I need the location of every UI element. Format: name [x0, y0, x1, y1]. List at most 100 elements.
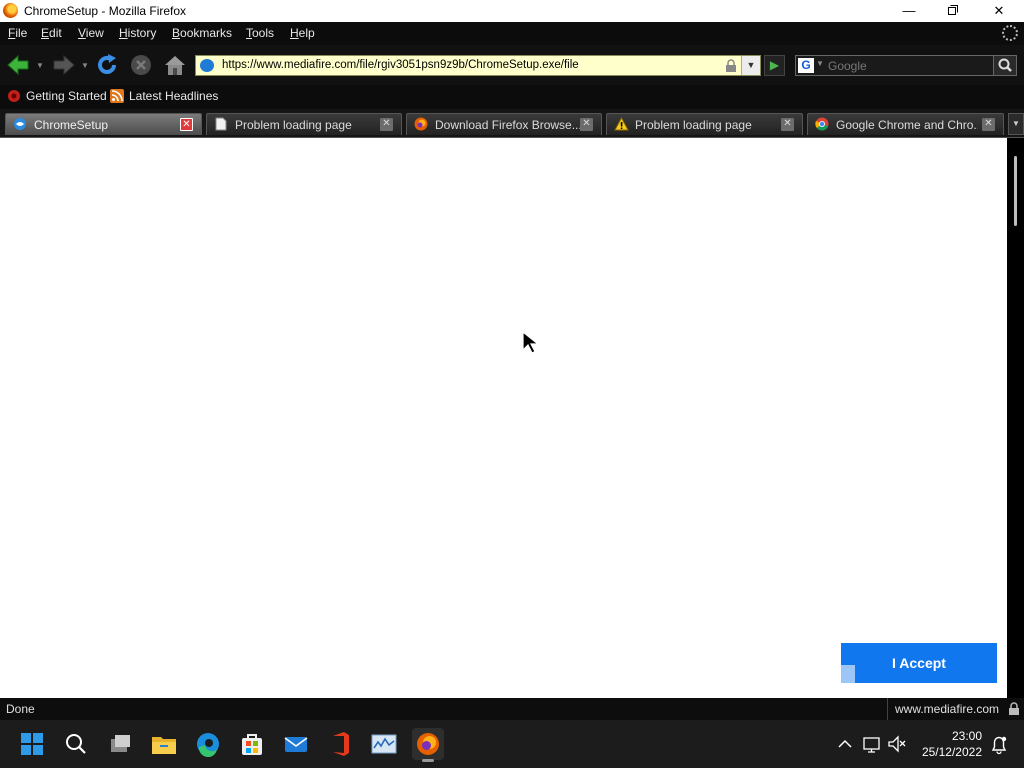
- search-bar: G ▼: [795, 55, 1017, 76]
- getting-started-icon: [7, 89, 21, 103]
- search-button[interactable]: [993, 56, 1016, 75]
- tab-download-firefox[interactable]: Download Firefox Browse... ✕: [406, 113, 602, 135]
- task-view-button[interactable]: [104, 728, 136, 760]
- notifications-icon[interactable]: [988, 733, 1010, 755]
- google-engine-icon[interactable]: G: [798, 58, 814, 73]
- home-icon: [165, 56, 185, 75]
- reload-button[interactable]: [95, 53, 119, 77]
- url-history-dropdown[interactable]: ▼: [741, 56, 760, 75]
- forward-history-caret-icon[interactable]: ▼: [81, 61, 89, 70]
- edge-icon: [197, 733, 219, 758]
- mediafire-icon: [13, 117, 27, 131]
- maximize-button[interactable]: [930, 0, 976, 22]
- performance-monitor-button[interactable]: [368, 728, 400, 760]
- minimize-button[interactable]: —: [886, 0, 932, 22]
- monitor-graph-icon: [371, 734, 397, 754]
- bookmark-getting-started[interactable]: Getting Started: [7, 89, 107, 105]
- tab-problem-loading-1[interactable]: Problem loading page ✕: [206, 113, 402, 135]
- microsoft-store-button[interactable]: [236, 728, 268, 760]
- search-icon: [66, 734, 86, 754]
- office-button[interactable]: [324, 728, 356, 760]
- accept-button-corner: [841, 665, 855, 683]
- tab-label: Download Firefox Browse...: [435, 118, 580, 132]
- lock-icon[interactable]: [725, 59, 738, 72]
- firefox-icon: [3, 3, 18, 18]
- menu-tools[interactable]: Tools: [246, 26, 274, 40]
- mouse-cursor-icon: [521, 330, 541, 358]
- close-tab-button[interactable]: ✕: [580, 118, 593, 131]
- volume-muted-icon[interactable]: [886, 733, 908, 755]
- mail-button[interactable]: [280, 728, 312, 760]
- accept-cookies-button[interactable]: I Accept: [841, 643, 997, 683]
- clock-date: 25/12/2022: [921, 745, 982, 759]
- taskbar: 23:00 25/12/2022: [0, 720, 1024, 768]
- tab-label: Problem loading page: [635, 118, 752, 132]
- bookmark-latest-headlines[interactable]: Latest Headlines: [110, 89, 218, 105]
- close-tab-button[interactable]: ✕: [781, 118, 794, 131]
- go-arrow-icon: ▶: [769, 58, 780, 72]
- start-button[interactable]: [16, 728, 48, 760]
- tab-label: Problem loading page: [235, 118, 352, 132]
- store-icon: [242, 734, 262, 755]
- tab-google-chrome[interactable]: Google Chrome and Chro... ✕: [807, 113, 1004, 135]
- folder-icon: [152, 737, 176, 754]
- warning-icon: [614, 116, 629, 131]
- close-tab-button[interactable]: ✕: [180, 118, 193, 131]
- edge-button[interactable]: [192, 728, 224, 760]
- url-bar[interactable]: https://www.mediafire.com/file/rgiv3051p…: [195, 55, 761, 76]
- status-domain-panel: www.mediafire.com: [887, 698, 1024, 720]
- search-input[interactable]: [826, 56, 990, 75]
- scrollbar-thumb[interactable]: [1014, 156, 1017, 226]
- menu-bookmarks[interactable]: Bookmarks: [172, 26, 232, 40]
- firefox-taskbar-button[interactable]: [412, 728, 444, 762]
- reload-icon: [98, 54, 116, 74]
- task-view-icon: [111, 735, 130, 752]
- back-arrow-icon: [7, 54, 29, 76]
- status-lock-icon[interactable]: [1008, 702, 1020, 715]
- accept-button-label: I Accept: [892, 655, 946, 671]
- status-text: Done: [6, 702, 35, 716]
- firefox-icon: [417, 733, 439, 755]
- tab-label: Google Chrome and Chro...: [836, 118, 978, 132]
- taskbar-clock[interactable]: 23:00 25/12/2022: [912, 728, 982, 760]
- close-tab-button[interactable]: ✕: [380, 118, 393, 131]
- back-button[interactable]: [6, 53, 30, 77]
- tab-list-button[interactable]: ▼: [1008, 113, 1024, 135]
- menu-history[interactable]: History: [119, 26, 156, 40]
- forward-button[interactable]: [50, 53, 75, 77]
- back-history-caret-icon[interactable]: ▼: [36, 61, 44, 70]
- menu-help[interactable]: Help: [290, 26, 315, 40]
- tab-chromesetup[interactable]: ChromeSetup ✕: [5, 113, 202, 135]
- menu-bar: File Edit View History Bookmarks Tools H…: [0, 22, 1024, 45]
- firefox-icon: [414, 117, 428, 131]
- tab-problem-loading-2[interactable]: Problem loading page ✕: [606, 113, 803, 135]
- vertical-scrollbar[interactable]: [1007, 138, 1024, 698]
- page-icon: [214, 117, 228, 131]
- active-app-indicator: [422, 759, 434, 762]
- office-icon: [333, 732, 349, 756]
- tab-label: ChromeSetup: [34, 118, 109, 132]
- go-button[interactable]: ▶: [764, 55, 785, 76]
- bookmarks-toolbar: Getting Started Latest Headlines: [0, 85, 1024, 109]
- window-titlebar: ChromeSetup - Mozilla Firefox — ✕: [0, 0, 1024, 22]
- stop-button[interactable]: [130, 53, 154, 77]
- clock-time: 23:00: [951, 729, 982, 743]
- page-content: [0, 138, 1007, 698]
- file-explorer-button[interactable]: [148, 728, 180, 760]
- url-text[interactable]: https://www.mediafire.com/file/rgiv3051p…: [222, 59, 579, 71]
- window-title: ChromeSetup - Mozilla Firefox: [24, 4, 187, 18]
- network-icon[interactable]: [861, 733, 883, 755]
- rss-icon: [110, 89, 124, 103]
- throbber-icon: [1002, 25, 1018, 41]
- engine-caret-icon[interactable]: ▼: [816, 59, 824, 68]
- search-taskbar-button[interactable]: [60, 728, 92, 760]
- menu-file[interactable]: File: [8, 26, 27, 40]
- navigation-toolbar: ▼ ▼ https://www.mediafire.com/file/rgiv3…: [0, 45, 1024, 85]
- menu-edit[interactable]: Edit: [41, 26, 62, 40]
- close-window-button[interactable]: ✕: [976, 0, 1022, 22]
- show-hidden-icons-button[interactable]: [834, 733, 856, 755]
- status-bar: Done www.mediafire.com: [0, 698, 1024, 720]
- menu-view[interactable]: View: [78, 26, 104, 40]
- close-tab-button[interactable]: ✕: [982, 118, 995, 131]
- home-button[interactable]: [163, 53, 187, 77]
